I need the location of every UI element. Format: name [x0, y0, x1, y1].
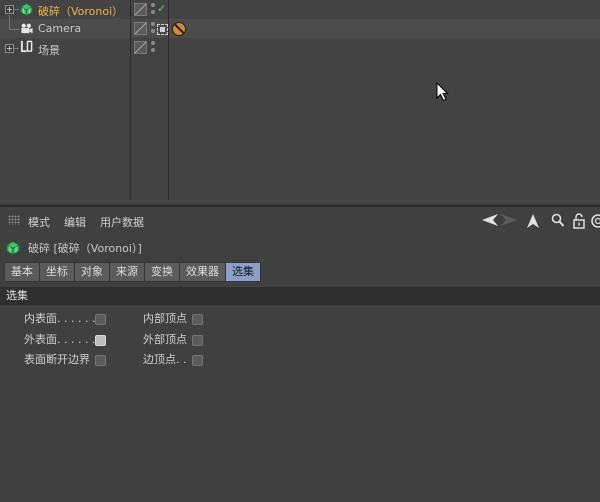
attribute-menubar: 模式 编辑 用户数据: [0, 207, 600, 233]
option-label: 内部顶点: [143, 312, 187, 325]
tree-item-camera[interactable]: Camera: [0, 19, 130, 38]
option-inside-faces: 内表面. . . . . .: [24, 312, 95, 326]
outside-faces-checkbox[interactable]: [95, 335, 106, 346]
null-object-icon: [20, 40, 33, 53]
outside-points-checkbox[interactable]: [192, 335, 203, 346]
mouse-cursor-icon: [436, 82, 449, 102]
forward-arrow-icon[interactable]: [500, 213, 518, 227]
tree-connector: [9, 15, 10, 29]
up-arrow-icon[interactable]: [526, 213, 540, 229]
editor-render-dots[interactable]: [151, 41, 155, 53]
option-outside-points: 外部顶点: [143, 333, 187, 347]
tab-sources[interactable]: 来源: [109, 262, 145, 282]
layer-visibility-icon[interactable]: [134, 41, 147, 54]
object-label[interactable]: 破碎（Voronoi）: [38, 3, 123, 19]
option-label: 边顶点. .: [143, 353, 187, 366]
panel-grip-icon[interactable]: [8, 215, 20, 225]
object-label[interactable]: Camera: [38, 22, 81, 35]
option-inside-points: 内部顶点: [143, 312, 187, 326]
object-label[interactable]: 场景: [38, 42, 60, 58]
edge-points-checkbox[interactable]: [192, 355, 203, 366]
tab-object[interactable]: 对象: [74, 262, 110, 282]
menu-edit[interactable]: 编辑: [64, 214, 86, 230]
camera-icon: [20, 22, 33, 35]
option-outside-faces: 外表面. . . . . .: [24, 333, 95, 347]
option-edge-points: 边顶点. .: [143, 353, 187, 367]
attribute-tabs: 基本 坐标 对象 来源 变换 效果器 选集: [4, 262, 260, 282]
voronoi-fracture-icon: [6, 241, 20, 255]
editor-render-dots[interactable]: [151, 3, 155, 15]
tree-item-voronoi[interactable]: 破碎（Voronoi）: [0, 0, 130, 19]
inside-faces-checkbox[interactable]: [95, 314, 106, 325]
option-label: 内表面. . . . . .: [24, 312, 95, 325]
tab-coordinates[interactable]: 坐标: [39, 262, 75, 282]
enabled-check-icon[interactable]: ✓: [157, 2, 166, 15]
tab-selections[interactable]: 选集: [225, 262, 261, 282]
option-label: 表面断开边界: [24, 353, 90, 366]
tab-effectors[interactable]: 效果器: [179, 262, 226, 282]
tab-transform[interactable]: 变换: [144, 262, 180, 282]
voronoi-fracture-icon: [20, 3, 33, 16]
object-manager: 破碎（Voronoi） Camera 场景 ✓: [0, 0, 600, 203]
layer-visibility-icon[interactable]: [134, 3, 147, 16]
lock-icon[interactable]: [573, 213, 585, 229]
object-title: 破碎 [破碎（Voronoi）]: [6, 240, 142, 256]
menu-user-data[interactable]: 用户数据: [100, 214, 144, 230]
tree-connector: [13, 48, 19, 49]
search-icon[interactable]: [551, 213, 565, 228]
target-tag-icon[interactable]: [157, 24, 168, 35]
tab-basic[interactable]: 基本: [4, 262, 40, 282]
inside-points-checkbox[interactable]: [192, 314, 203, 325]
option-label: 外部顶点: [143, 333, 187, 346]
object-title-text: 破碎 [破碎（Voronoi）]: [28, 240, 142, 256]
option-label: 外表面. . . . . .: [24, 333, 95, 346]
back-arrow-icon[interactable]: [481, 213, 499, 227]
tree-connector: [13, 9, 19, 10]
attribute-manager: 模式 编辑 用户数据: [0, 205, 600, 502]
tree-item-scene[interactable]: 场景: [0, 38, 130, 57]
object-tree-column: 破碎（Voronoi） Camera 场景: [0, 0, 131, 200]
protection-tag-icon[interactable]: [172, 22, 186, 36]
section-header: 选集: [0, 287, 600, 305]
tree-connector: [9, 29, 19, 30]
option-surface-break-edges: 表面断开边界: [24, 353, 90, 367]
menu-mode[interactable]: 模式: [28, 214, 50, 230]
new-manager-icon[interactable]: [590, 213, 600, 229]
surface-break-edges-checkbox[interactable]: [95, 355, 106, 366]
layer-visibility-icon[interactable]: [134, 22, 147, 35]
editor-render-dots[interactable]: [151, 22, 155, 34]
